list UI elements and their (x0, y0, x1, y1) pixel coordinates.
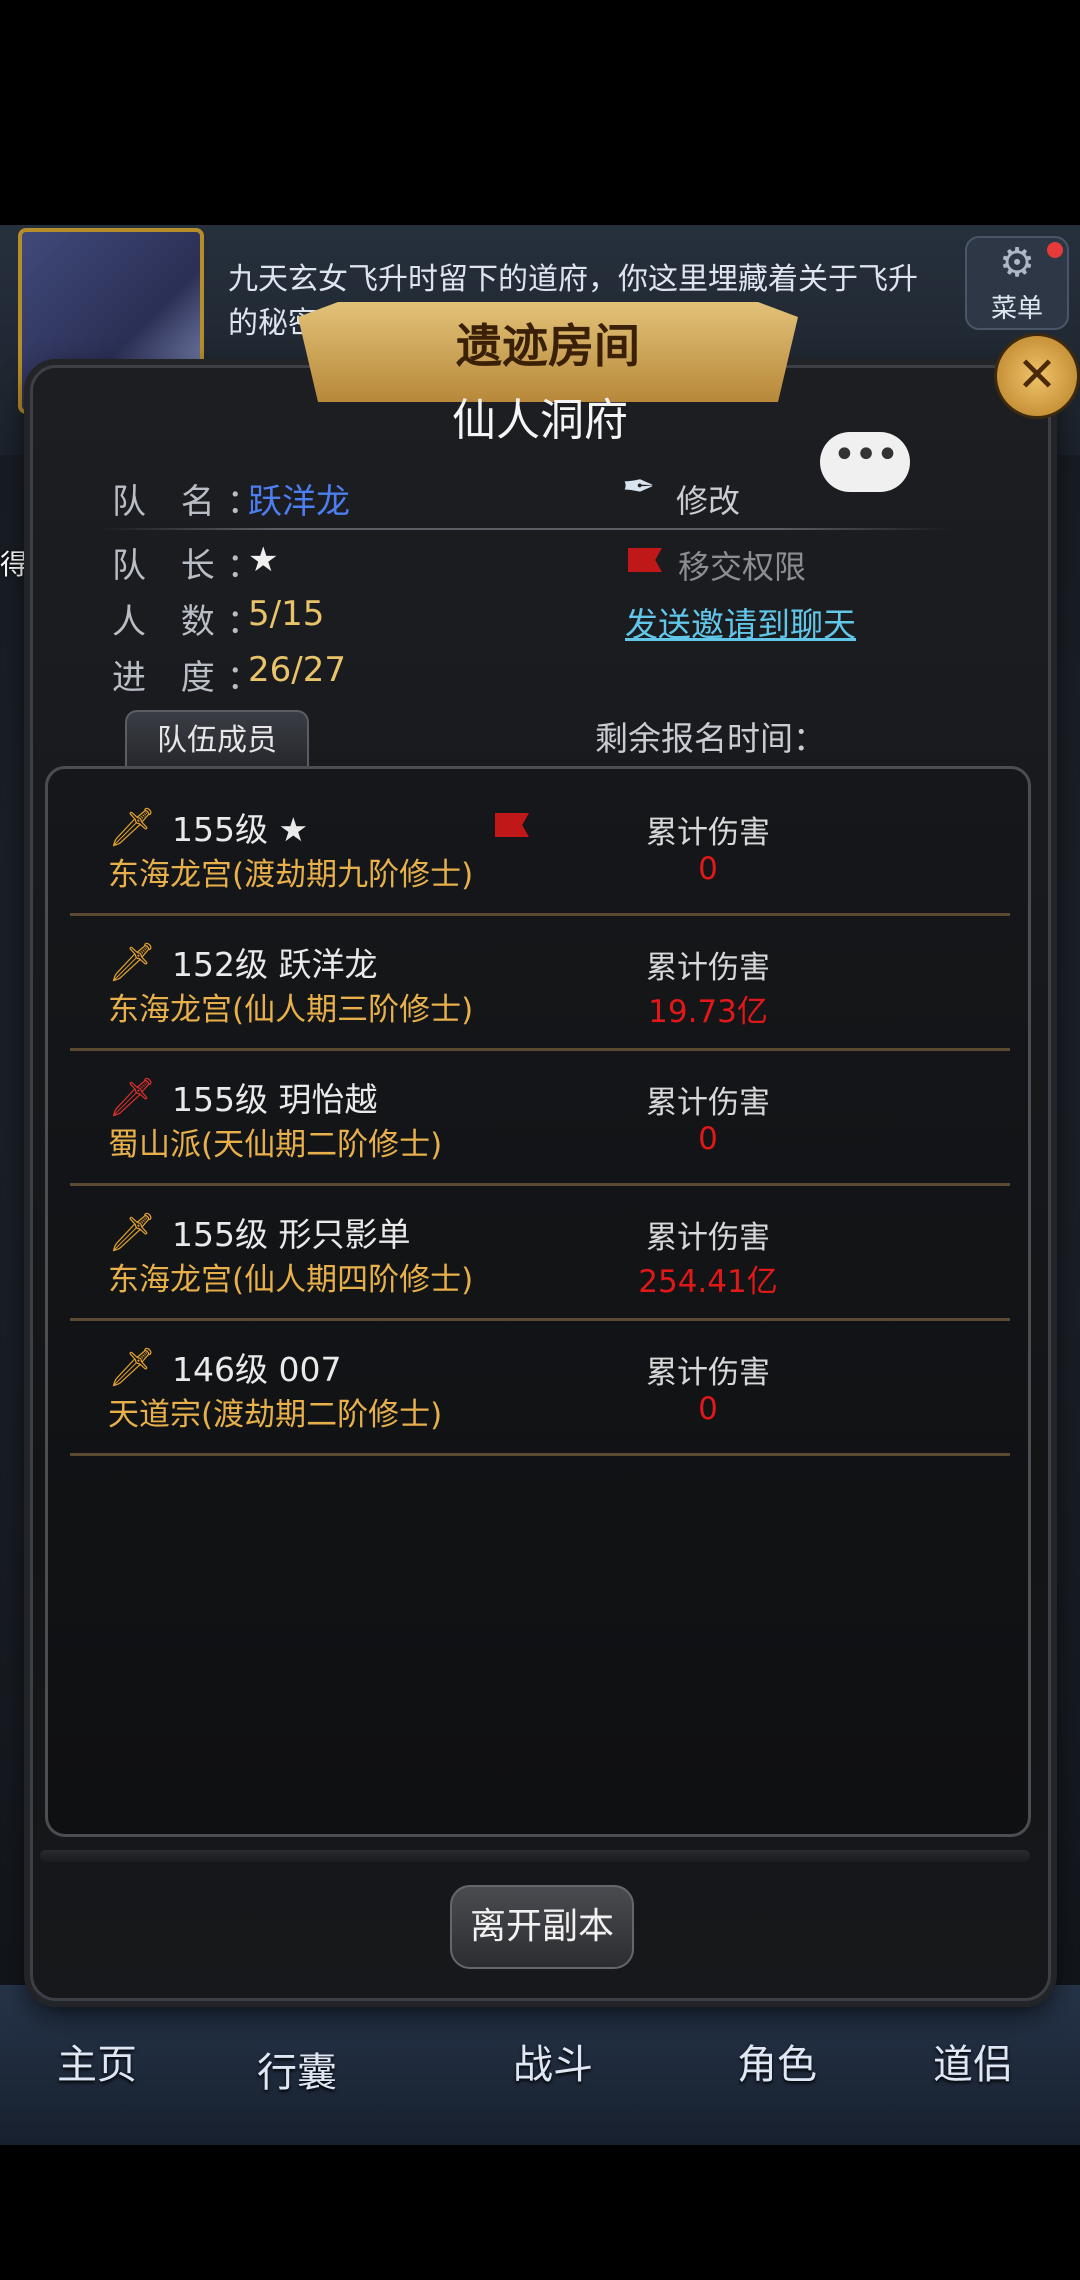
damage-value: 0 (698, 1121, 718, 1157)
sword-icon: 🗡 (108, 1210, 157, 1254)
member-row[interactable]: 🗡 155级 玥怡越 蜀山派(天仙期二阶修士) 累计伤害 0 (70, 1065, 1010, 1186)
chat-bubble-icon[interactable]: ••• (820, 432, 910, 492)
sword-icon: 🗡 (108, 1075, 157, 1119)
nav-bag[interactable]: 行囊 (212, 2040, 382, 2140)
damage-value: 0 (698, 851, 718, 887)
nav-character[interactable]: 角色 (692, 2032, 862, 2132)
member-sect: 蜀山派(天仙期二阶修士) (108, 1127, 443, 1163)
damage-label: 累计伤害 (646, 1085, 770, 1121)
remaining-signup-time-label: 剩余报名时间： (595, 719, 826, 758)
leader-value: ★ (248, 540, 279, 580)
tab-team-members[interactable]: 队伍成员 (125, 710, 309, 770)
sword-icon: 🗡 (108, 1345, 157, 1389)
menu-label: 菜单 (990, 294, 1043, 324)
damage-label: 累计伤害 (646, 1220, 770, 1256)
invite-to-chat-link[interactable]: 发送邀请到聊天 (625, 598, 856, 646)
menu-button[interactable]: ⚙ 菜单 (965, 236, 1069, 330)
sword-icon: 🗡 (108, 940, 157, 984)
member-sect: 东海龙宫(渡劫期九阶修士) (108, 857, 474, 893)
leader-flag-icon (495, 813, 529, 837)
count-value: 5/15 (248, 594, 325, 634)
damage-label: 累计伤害 (646, 1355, 770, 1391)
team-name-value: 跃洋龙 (248, 482, 350, 522)
feather-icon: ✒ (622, 464, 656, 510)
leave-instance-button[interactable]: 离开副本 (450, 1885, 634, 1969)
damage-value: 0 (698, 1391, 718, 1427)
member-level-name: 146级 007 (172, 1350, 342, 1389)
divider (100, 528, 950, 530)
sword-icon: 🗡 (108, 805, 157, 849)
damage-value: 254.41亿 (638, 1264, 778, 1300)
damage-label: 累计伤害 (646, 950, 770, 986)
member-row[interactable]: 🗡 152级 跃洋龙 东海龙宫(仙人期三阶修士) 累计伤害 19.73亿 (70, 930, 1010, 1051)
nav-battle[interactable]: 战斗 (468, 2032, 638, 2132)
nav-partner[interactable]: 道侣 (888, 2032, 1058, 2132)
notification-dot (1047, 242, 1063, 258)
member-row[interactable]: 🗡 146级 007 天道宗(渡劫期二阶修士) 累计伤害 0 (70, 1335, 1010, 1456)
dialog-title: 遗迹房间 (456, 319, 640, 373)
member-sect: 东海龙宫(仙人期四阶修士) (108, 1262, 474, 1298)
member-row[interactable]: 🗡 155级 形只影单 东海龙宫(仙人期四阶修士) 累计伤害 254.41亿 (70, 1200, 1010, 1321)
edit-team-name-button[interactable]: 修改 (676, 476, 740, 522)
damage-value: 19.73亿 (648, 994, 768, 1030)
member-level-name: 155级 玥怡越 (172, 1080, 378, 1119)
member-level-name: 155级 ★ (172, 810, 309, 849)
member-level-name: 155级 形只影单 (172, 1215, 411, 1254)
footer-divider (40, 1850, 1030, 1862)
nav-home[interactable]: 主页 (12, 2032, 182, 2132)
progress-value: 26/27 (248, 650, 346, 690)
transfer-permission-button[interactable]: 移交权限 (678, 542, 806, 588)
close-button[interactable]: ✕ (994, 333, 1080, 419)
dialog-subtitle: 仙人洞府 (452, 395, 628, 446)
close-icon: ✕ (1016, 347, 1058, 403)
member-sect: 东海龙宫(仙人期三阶修士) (108, 992, 474, 1028)
member-level-name: 152级 跃洋龙 (172, 945, 378, 984)
member-sect: 天道宗(渡劫期二阶修士) (108, 1397, 443, 1433)
member-row[interactable]: 🗡 155级 ★ 东海龙宫(渡劫期九阶修士) 累计伤害 0 (70, 795, 1010, 916)
damage-label: 累计伤害 (646, 815, 770, 851)
